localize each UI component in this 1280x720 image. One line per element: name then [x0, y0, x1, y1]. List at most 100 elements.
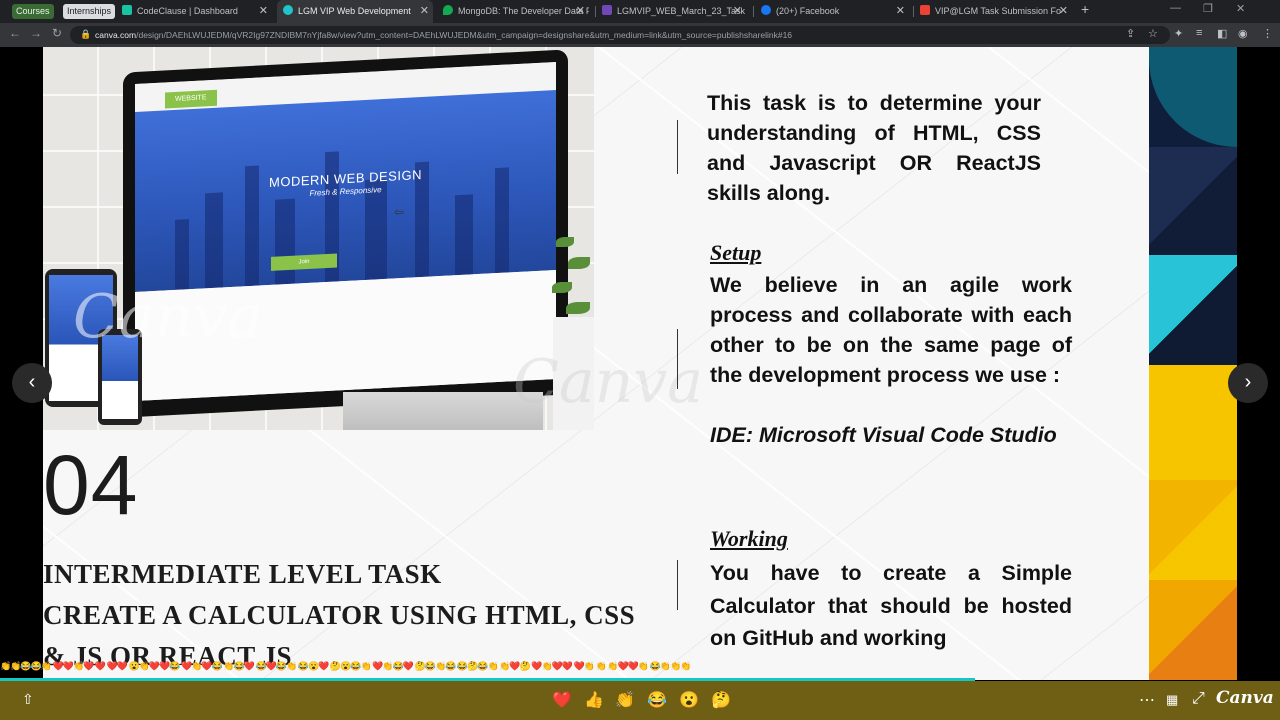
bookmark-internships[interactable]: Internships	[63, 4, 116, 19]
profile-avatar-icon[interactable]: ◉	[1238, 27, 1248, 40]
address-bar[interactable]: 🔒 canva.com/design/DAEhLWUJEDM/qVR2Ig97Z…	[70, 26, 1170, 44]
browser-toolbar: ← → ↻ 🔒 canva.com/design/DAEhLWUJEDM/qVR…	[0, 23, 1280, 47]
task-title-line-1: INTERMEDIATE LEVEL TASK	[43, 559, 442, 589]
surprised-reaction-icon[interactable]: 😮	[679, 690, 699, 710]
tab-lgm-vip-web-development[interactable]: LGM VIP Web Development ✕	[277, 0, 433, 23]
previous-slide-button[interactable]: ‹	[12, 363, 52, 403]
reaction-stream: 👏👏😂😂👏 ❤️❤️👏❤️ ❤️ ❤️❤️ 😮👏❤️❤️😂 ❤️👏❤️😂 👏😂❤…	[0, 661, 691, 671]
url-domain: canva.com	[95, 30, 137, 40]
canva-logo[interactable]: Canva	[1216, 688, 1274, 708]
building	[455, 194, 473, 276]
tab-separator	[595, 6, 596, 17]
tab-label: VIP@LGM Task Submission Fo	[935, 6, 1062, 16]
divider-line	[677, 329, 678, 389]
more-options-icon[interactable]: ⋯	[1139, 690, 1155, 710]
gmail-favicon-icon	[920, 5, 930, 15]
task-title-line-2: CREATE A CALCULATOR USING HTML, CSS	[43, 600, 636, 630]
working-heading: Working	[710, 526, 788, 551]
codeclause-favicon-icon	[122, 5, 132, 15]
presentation-stage: WEBSITE MODERN WEB DESIGN Fresh & Respon…	[0, 47, 1280, 680]
next-slide-button[interactable]: ›	[1228, 363, 1268, 403]
share-icon[interactable]: ⇪	[1126, 27, 1135, 40]
building	[205, 192, 223, 289]
clap-reaction-icon[interactable]: 👏	[615, 690, 635, 710]
close-tab-icon[interactable]: ✕	[259, 0, 268, 23]
building	[175, 219, 189, 290]
slide: WEBSITE MODERN WEB DESIGN Fresh & Respon…	[43, 47, 1237, 680]
tab-separator	[753, 6, 754, 17]
facebook-favicon-icon	[761, 5, 771, 15]
monitor: WEBSITE MODERN WEB DESIGN Fresh & Respon…	[123, 49, 568, 418]
pattern-shape	[1149, 365, 1237, 480]
tab-label: (20+) Facebook	[776, 6, 840, 16]
close-tab-icon[interactable]: ✕	[576, 0, 585, 23]
tab-mongodb[interactable]: MongoDB: The Developer Data P ✕	[443, 0, 589, 23]
mongodb-favicon-icon	[443, 5, 453, 15]
tab-separator	[913, 6, 914, 17]
browser-tab-strip: Courses Internships CodeClause | Dashboa…	[0, 0, 1280, 23]
share-export-icon[interactable]: ⇧	[22, 691, 34, 708]
mockup-site-badge: WEBSITE	[165, 89, 217, 109]
setup-heading: Setup	[710, 240, 762, 265]
pattern-shape	[1149, 480, 1237, 580]
new-tab-button[interactable]: +	[1081, 1, 1089, 17]
pattern-shape	[1149, 47, 1237, 147]
leaf	[568, 257, 590, 269]
pattern-shape	[1149, 147, 1237, 255]
mockup-hero: MODERN WEB DESIGN Fresh & Responsive Joi…	[135, 89, 556, 293]
close-tab-icon[interactable]: ✕	[896, 0, 905, 23]
presentation-bottom-bar: ⇧ ❤️ 👍 👏 😂 😮 🤔 ⋯ ▦ ⤢ Canva	[0, 681, 1280, 720]
leaf	[556, 237, 574, 247]
forward-icon[interactable]: →	[30, 26, 42, 40]
pattern-shape	[1149, 255, 1237, 365]
side-panel-icon[interactable]: ◧	[1217, 27, 1227, 40]
maximize-icon[interactable]: ❐	[1203, 2, 1213, 15]
setup-text: We believe in an agile work process and …	[710, 273, 1072, 387]
building	[275, 198, 295, 285]
reading-list-icon[interactable]: ≡	[1196, 27, 1202, 39]
laugh-reaction-icon[interactable]: 😂	[647, 690, 667, 710]
task-intro-text: This task is to determine your understan…	[707, 91, 1041, 205]
extensions-icon[interactable]: ✦	[1174, 27, 1183, 40]
close-tab-icon[interactable]: ✕	[420, 0, 429, 23]
divider-line	[677, 560, 678, 610]
tab-label: MongoDB: The Developer Data P	[458, 6, 589, 16]
close-tab-icon[interactable]: ✕	[1059, 0, 1068, 23]
minimize-icon[interactable]: —	[1170, 2, 1181, 14]
leaf	[552, 282, 572, 293]
divider-line	[677, 120, 678, 174]
back-icon[interactable]: ←	[9, 26, 21, 40]
tab-label: LGM VIP Web Development	[298, 6, 411, 16]
thinking-reaction-icon[interactable]: 🤔	[711, 690, 731, 710]
menu-dots-icon[interactable]: ⋮	[1262, 27, 1273, 40]
bookmark-courses[interactable]: Courses	[12, 4, 54, 19]
leaf	[566, 302, 590, 314]
close-tab-icon[interactable]: ✕	[733, 0, 742, 23]
tab-vip-lgm-task-submission[interactable]: VIP@LGM Task Submission Fo ✕	[920, 0, 1072, 23]
tab-codeclause[interactable]: CodeClause | Dashboard ✕	[122, 0, 272, 23]
working-text: You have to create a Simple Calculator t…	[710, 561, 1072, 650]
url-text: canva.com/design/DAEhLWUJEDM/qVR2Ig97ZND…	[95, 26, 1115, 44]
tab-lgmvip-web-task[interactable]: LGMVIP_WEB_March_23_Task Su ✕	[602, 0, 746, 23]
heart-reaction-icon[interactable]: ❤️	[552, 690, 572, 710]
thumbs-up-reaction-icon[interactable]: 👍	[584, 690, 604, 710]
monitor-photo: WEBSITE MODERN WEB DESIGN Fresh & Respon…	[43, 47, 594, 430]
task-number: 04	[43, 438, 139, 532]
cursor-icon: ⇦	[394, 205, 405, 219]
forms-favicon-icon	[602, 5, 612, 15]
tab-label: CodeClause | Dashboard	[137, 6, 238, 16]
lock-icon[interactable]: 🔒	[80, 29, 91, 40]
canva-favicon-icon	[283, 5, 293, 15]
canva-watermark: Canva	[73, 282, 263, 352]
page-counter-icon[interactable]: ▦	[1166, 692, 1178, 708]
decorative-pattern	[1149, 47, 1237, 680]
star-icon[interactable]: ☆	[1148, 27, 1158, 40]
fullscreen-icon[interactable]: ⤢	[1192, 690, 1205, 708]
reload-icon[interactable]: ↻	[52, 26, 62, 40]
url-path: /design/DAEhLWUJEDM/qVR2Ig97ZNDIBM7nYjfa…	[136, 30, 793, 40]
tab-label: LGMVIP_WEB_March_23_Task Su	[617, 6, 746, 16]
canva-watermark: Canva	[513, 347, 703, 417]
close-window-icon[interactable]: ✕	[1236, 2, 1245, 15]
ide-text: IDE: Microsoft Visual Code Studio	[710, 423, 1057, 447]
tab-facebook[interactable]: (20+) Facebook ✕	[761, 0, 909, 23]
